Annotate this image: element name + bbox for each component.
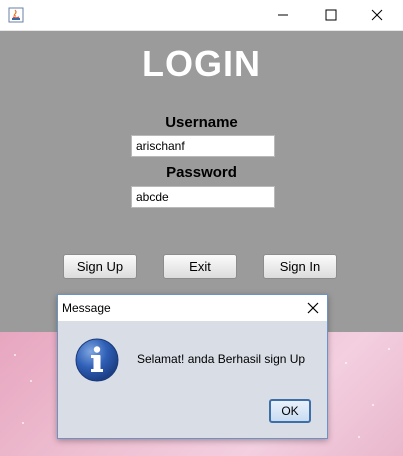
dialog-titlebar: Message [58, 295, 327, 321]
username-input[interactable] [131, 135, 275, 157]
minimize-icon [278, 14, 288, 16]
password-input[interactable] [131, 186, 275, 208]
java-icon [8, 7, 24, 23]
ok-button[interactable]: OK [269, 399, 311, 423]
sparkle [30, 380, 32, 382]
sparkle [372, 404, 374, 406]
dialog-message: Selamat! anda Berhasil sign Up [137, 352, 306, 366]
sparkle [14, 354, 16, 356]
minimize-button[interactable] [260, 0, 306, 30]
sparkle [358, 436, 360, 438]
close-icon[interactable] [305, 300, 321, 316]
sparkle [388, 348, 390, 350]
close-window-button[interactable] [354, 0, 400, 30]
password-label: Password [166, 164, 237, 181]
sign-in-button[interactable]: Sign In [263, 254, 337, 279]
sparkle [345, 362, 347, 364]
maximize-icon [325, 9, 337, 21]
close-icon [371, 9, 383, 21]
info-icon [75, 338, 119, 382]
sparkle [22, 422, 24, 424]
dialog-title: Message [62, 301, 111, 315]
page-title: LOGIN [142, 43, 261, 84]
maximize-button[interactable] [308, 0, 354, 30]
window-titlebar [0, 0, 403, 31]
message-dialog: Message Selamat! anda Berhasil sign Up O… [57, 294, 328, 439]
username-label: Username [165, 114, 238, 131]
login-panel: LOGIN Username Password Sign Up Exit Sig… [0, 31, 403, 333]
exit-button[interactable]: Exit [163, 254, 237, 279]
sign-up-button[interactable]: Sign Up [63, 254, 137, 279]
